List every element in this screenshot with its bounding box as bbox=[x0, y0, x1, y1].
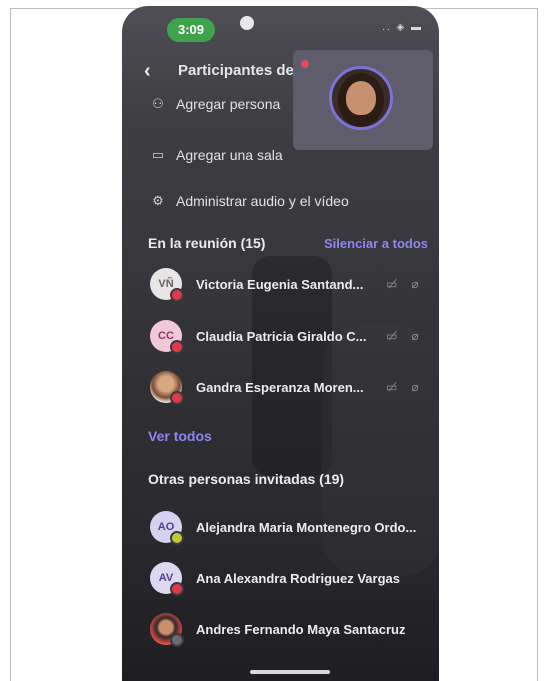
invited-row[interactable]: AO Alejandra Maria Montenegro Ordo... bbox=[150, 507, 430, 547]
avatar-initials: VÑ bbox=[158, 278, 174, 290]
participant-name: Gandra Esperanza Moren... bbox=[196, 379, 364, 395]
phone-screen: 3:09 .. ◈ ▬ ‹ Participantes de ⚇ Agregar… bbox=[122, 6, 439, 681]
mic-off-icon: ⌀ bbox=[411, 277, 419, 291]
camera-off-icon: ▭̸ bbox=[386, 329, 398, 343]
participant-row[interactable]: CC Claudia Patricia Giraldo C... ▭̸ ⌀ bbox=[150, 316, 430, 356]
back-button[interactable]: ‹ bbox=[144, 60, 151, 83]
avatar: AO bbox=[150, 511, 184, 545]
presence-badge bbox=[170, 391, 184, 405]
self-video-preview[interactable] bbox=[293, 50, 433, 150]
add-room-label: Agregar una sala bbox=[176, 147, 283, 163]
add-person-icon: ⚇ bbox=[152, 96, 164, 111]
presence-badge bbox=[170, 582, 184, 596]
avatar-initials: AO bbox=[157, 521, 175, 533]
presence-badge bbox=[170, 288, 184, 302]
mic-off-icon: ⌀ bbox=[411, 380, 419, 394]
invited-row[interactable]: Andres Fernando Maya Santacruz bbox=[150, 609, 430, 649]
avatar-face bbox=[346, 81, 376, 115]
recording-dot-icon bbox=[301, 60, 309, 68]
participant-row[interactable]: Gandra Esperanza Moren... ▭̸ ⌀ bbox=[150, 367, 430, 407]
status-icons: .. ◈ ▬ bbox=[382, 22, 423, 33]
invited-row[interactable]: AV Ana Alexandra Rodriguez Vargas bbox=[150, 558, 430, 598]
gear-icon: ⚙ bbox=[152, 193, 164, 208]
presence-badge bbox=[170, 531, 184, 545]
status-time: 3:09 bbox=[167, 18, 215, 42]
participant-name: Victoria Eugenia Santand... bbox=[196, 276, 364, 292]
avatar-initials: CC bbox=[158, 330, 174, 342]
room-icon: ▭ bbox=[151, 147, 165, 162]
presence-badge bbox=[170, 340, 184, 354]
invited-heading: Otras personas invitadas (19) bbox=[148, 471, 345, 487]
add-person-label: Agregar persona bbox=[176, 96, 281, 112]
frame-border-right bbox=[537, 8, 538, 681]
avatar: AV bbox=[150, 562, 184, 596]
page-title: Participantes de bbox=[178, 62, 294, 79]
add-person-button[interactable]: ⚇ Agregar persona bbox=[150, 96, 280, 112]
add-room-button[interactable]: ▭ Agregar una sala bbox=[150, 147, 283, 163]
invited-name: Ana Alexandra Rodriguez Vargas bbox=[196, 570, 400, 586]
camera-off-icon: ▭̸ bbox=[386, 277, 398, 291]
invited-name: Andres Fernando Maya Santacruz bbox=[196, 621, 406, 637]
participant-row[interactable]: VÑ Victoria Eugenia Santand... ▭̸ ⌀ bbox=[150, 264, 430, 304]
mute-all-button[interactable]: Silenciar a todos bbox=[324, 236, 428, 251]
avatar bbox=[329, 66, 393, 130]
home-indicator[interactable] bbox=[250, 670, 330, 674]
avatar: VÑ bbox=[150, 268, 184, 302]
see-all-link[interactable]: Ver todos bbox=[148, 428, 212, 444]
avatar: CC bbox=[150, 320, 184, 354]
invited-name: Alejandra Maria Montenegro Ordo... bbox=[196, 519, 417, 535]
mic-off-icon: ⌀ bbox=[411, 329, 419, 343]
avatar-initials: AV bbox=[158, 572, 174, 584]
manage-audio-video-button[interactable]: ⚙ Administrar audio y el vídeo bbox=[150, 193, 349, 209]
avatar bbox=[150, 371, 184, 405]
participant-name: Claudia Patricia Giraldo C... bbox=[196, 328, 367, 344]
front-camera bbox=[240, 16, 254, 30]
avatar bbox=[150, 613, 184, 647]
manage-audio-video-label: Administrar audio y el vídeo bbox=[176, 193, 349, 209]
frame-border-left bbox=[10, 8, 11, 681]
in-meeting-heading: En la reunión (15) bbox=[148, 235, 266, 251]
presence-badge bbox=[170, 633, 184, 647]
chevron-left-icon: ‹ bbox=[144, 60, 151, 82]
camera-off-icon: ▭̸ bbox=[386, 380, 398, 394]
